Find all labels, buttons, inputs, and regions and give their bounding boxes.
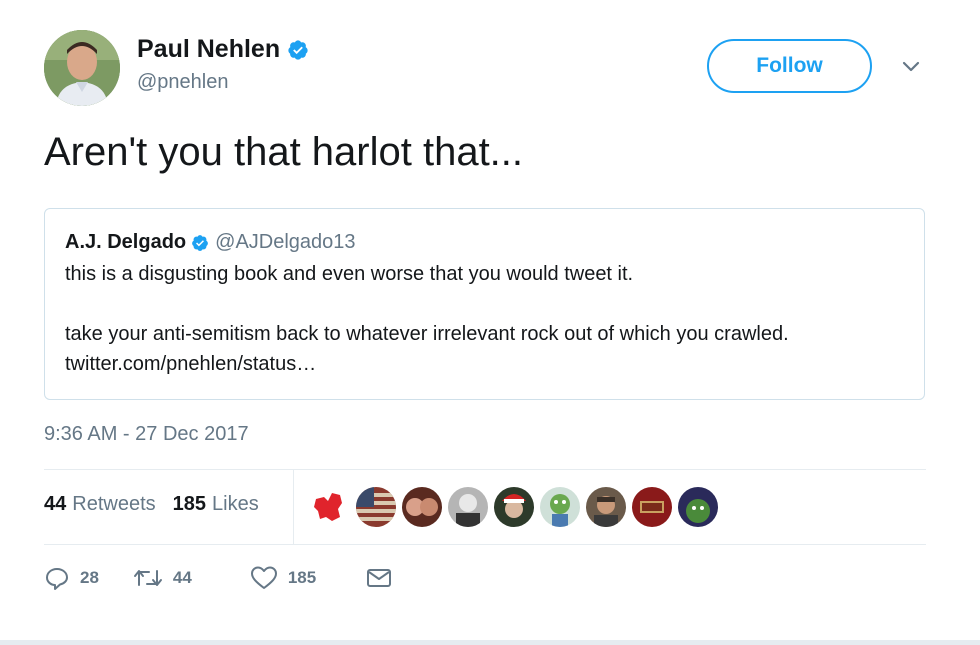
tweet-card: Paul Nehlen @pnehlen Follow Aren't you t… [0, 0, 980, 645]
retweets-count[interactable]: 44 [44, 493, 66, 516]
author-handle[interactable]: @pnehlen [137, 71, 228, 94]
liker-avatar[interactable] [632, 487, 672, 527]
liker-avatar[interactable] [356, 487, 396, 527]
quoted-tweet-header: A.J. Delgado @AJDelgado13 [65, 231, 356, 254]
quoted-tweet[interactable]: A.J. Delgado @AJDelgado13 this is a disg… [44, 208, 925, 400]
reply-count: 28 [80, 568, 99, 587]
verified-badge-icon [192, 234, 209, 251]
mail-icon [367, 569, 392, 587]
quoted-author-handle: @AJDelgado13 [215, 231, 356, 253]
chevron-down-icon[interactable] [900, 58, 922, 76]
quoted-text-line: take your anti-semitism back to whatever… [65, 323, 789, 345]
divider [293, 470, 294, 544]
liker-avatar[interactable] [448, 487, 488, 527]
liker-avatar[interactable] [540, 487, 580, 527]
follow-button[interactable]: Follow [707, 39, 872, 93]
divider [44, 469, 926, 470]
retweet-icon [133, 570, 162, 586]
divider [44, 544, 926, 545]
reply-icon [46, 568, 68, 590]
author-avatar[interactable] [44, 30, 120, 106]
liker-avatar[interactable] [310, 487, 350, 527]
author-name[interactable]: Paul Nehlen [137, 35, 309, 64]
quoted-author-name: A.J. Delgado [65, 231, 187, 253]
tweet-actions: 28 44 185 [44, 565, 436, 591]
verified-badge-icon [288, 39, 308, 60]
reply-button[interactable]: 28 [44, 565, 99, 591]
quoted-link[interactable]: twitter.com/pnehlen/status… [65, 353, 316, 376]
liker-avatar[interactable] [678, 487, 718, 527]
liker-avatar[interactable] [586, 487, 626, 527]
liker-avatar[interactable] [402, 487, 442, 527]
like-button[interactable]: 185 [250, 565, 316, 591]
tweet-timestamp[interactable]: 9:36 AM - 27 Dec 2017 [44, 423, 249, 446]
likes-label[interactable]: Likes [212, 493, 259, 516]
direct-message-button[interactable] [366, 567, 402, 589]
heart-icon [250, 566, 277, 589]
retweet-button[interactable]: 44 [133, 565, 192, 591]
tweet-stats: 44 Retweets 185 Likes [44, 493, 276, 516]
liker-avatar[interactable] [494, 487, 534, 527]
like-count: 185 [287, 568, 317, 587]
quoted-text-line: this is a disgusting book and even worse… [65, 263, 634, 285]
tweet-text: Aren't you that harlot that... [44, 130, 524, 174]
likes-count[interactable]: 185 [173, 493, 206, 516]
author-name-text[interactable]: Paul Nehlen [137, 35, 280, 64]
retweet-count: 44 [172, 568, 192, 587]
retweets-label[interactable]: Retweets [72, 493, 155, 516]
divider [0, 640, 980, 645]
liker-avatars [310, 487, 724, 527]
